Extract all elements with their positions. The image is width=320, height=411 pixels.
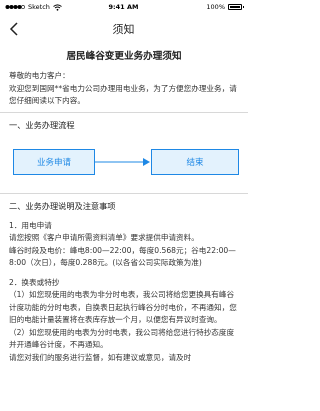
divider	[0, 111, 248, 113]
item2-title: 2．换表或特抄	[9, 277, 60, 287]
page-title: 须知	[112, 23, 135, 36]
flow-step-apply: 业务申请	[13, 149, 95, 175]
divider	[0, 193, 248, 194]
document-title: 居民峰谷变更业务办理须知	[66, 51, 182, 62]
item1-text: 请您按照《客户申请所需资料清单》要求提供申请资料。	[9, 233, 199, 242]
battery-group: 100%	[206, 3, 244, 11]
item2-paragraph-2: （2）如您现使用的电表为分时电表，我公司将给您进行特抄态度度并开通峰谷计度，不再…	[9, 327, 235, 350]
section-process-title: 一、业务办理流程	[9, 119, 75, 130]
item2-paragraph-3: 请您对我们的服务进行监督，如有建议或意见，请及时	[9, 352, 192, 362]
notice-content: 居民峰谷变更业务办理须知 尊敬的电力客户： 欢迎您到国网**省电力公司办理用电业…	[0, 50, 248, 364]
greeting-text: 尊敬的电力客户：	[9, 71, 70, 80]
item1-price: 峰谷时段及电价：峰电8:00—22:00，每度0.568元；谷电22:00—8:…	[9, 245, 236, 268]
intro-text: 欢迎您到国网**省电力公司办理用电业务，为了方便您办理业务，请您仔细阅读以下内容…	[9, 83, 237, 106]
item1-title: 1．用电申请	[9, 220, 52, 230]
section-notes-title: 二、业务办理说明及注意事项	[9, 201, 116, 211]
arrow-right-icon	[95, 158, 150, 166]
nav-bar: 须知	[0, 14, 247, 44]
battery-percent: 100%	[206, 3, 225, 11]
status-bar: Sketch 9:41 AM 100%	[0, 0, 247, 14]
flow-step-end: 结束	[151, 149, 239, 175]
item2-paragraph-1: （1）如您现使用的电表为非分时电表，我公司将给您更换具有峰谷计度功能的分时电表，…	[9, 290, 237, 324]
process-flow: 业务申请 结束	[9, 137, 239, 189]
battery-icon	[228, 4, 244, 10]
